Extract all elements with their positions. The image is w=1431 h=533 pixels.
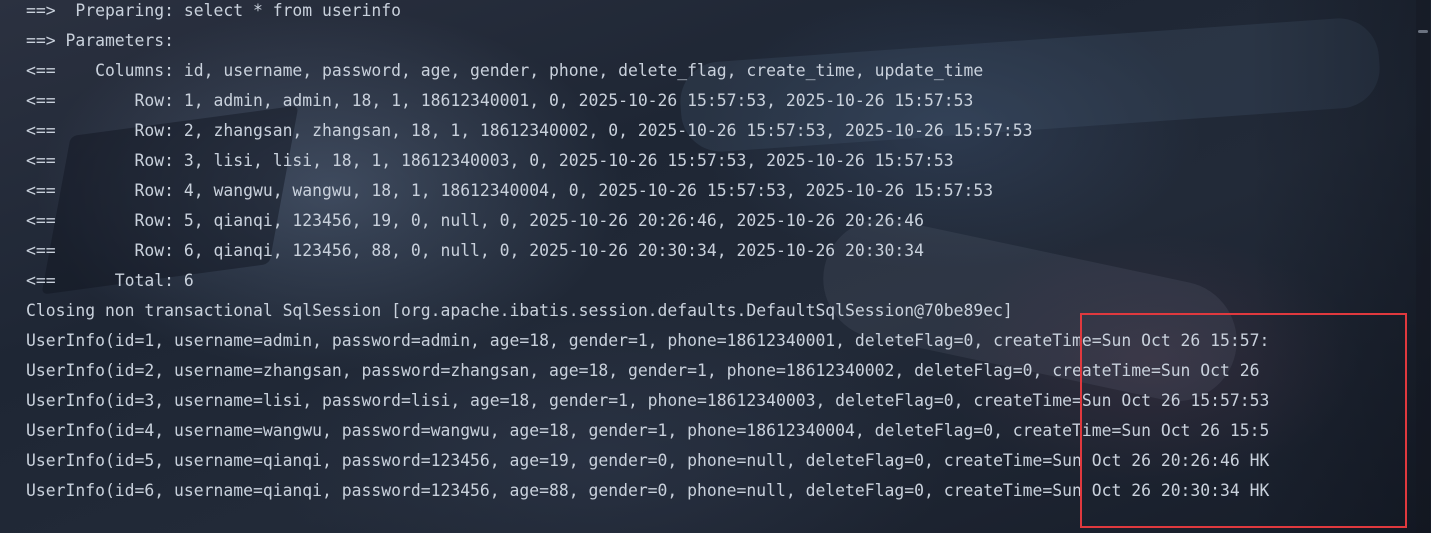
console-line: UserInfo(id=3, username=lisi, password=l… bbox=[26, 391, 1270, 410]
console-lines: ==> Preparing: select * from userinfo ==… bbox=[26, 0, 1269, 510]
console-line: <== Columns: id, username, password, age… bbox=[26, 61, 984, 80]
console-line: <== Row: 1, admin, admin, 18, 1, 1861234… bbox=[26, 91, 974, 110]
console-line: UserInfo(id=5, username=qianqi, password… bbox=[26, 451, 1270, 470]
console-line: ==> Preparing: select * from userinfo bbox=[26, 1, 401, 20]
console-line: UserInfo(id=4, username=wangwu, password… bbox=[26, 421, 1270, 440]
console-line: <== Row: 5, qianqi, 123456, 19, 0, null,… bbox=[26, 211, 924, 230]
console-line: ==> Parameters: bbox=[26, 31, 184, 50]
console-line: Closing non transactional SqlSession [or… bbox=[26, 301, 1013, 320]
console-line: <== Row: 6, qianqi, 123456, 88, 0, null,… bbox=[26, 241, 924, 260]
console-line: UserInfo(id=2, username=zhangsan, passwo… bbox=[26, 361, 1260, 380]
console-line: <== Row: 2, zhangsan, zhangsan, 18, 1, 1… bbox=[26, 121, 1033, 140]
console-line: <== Row: 4, wangwu, wangwu, 18, 1, 18612… bbox=[26, 181, 994, 200]
console-output-panel[interactable]: ==> Preparing: select * from userinfo ==… bbox=[0, 0, 1431, 533]
wallpaper-shade bbox=[1250, 0, 1430, 533]
console-line: UserInfo(id=1, username=admin, password=… bbox=[26, 331, 1270, 350]
console-line: UserInfo(id=6, username=qianqi, password… bbox=[26, 481, 1270, 500]
console-line: <== Total: 6 bbox=[26, 271, 194, 290]
scrollbar-thumb[interactable] bbox=[1418, 30, 1428, 33]
vertical-scrollbar[interactable] bbox=[1416, 0, 1431, 533]
console-line: <== Row: 3, lisi, lisi, 18, 1, 186123400… bbox=[26, 151, 954, 170]
